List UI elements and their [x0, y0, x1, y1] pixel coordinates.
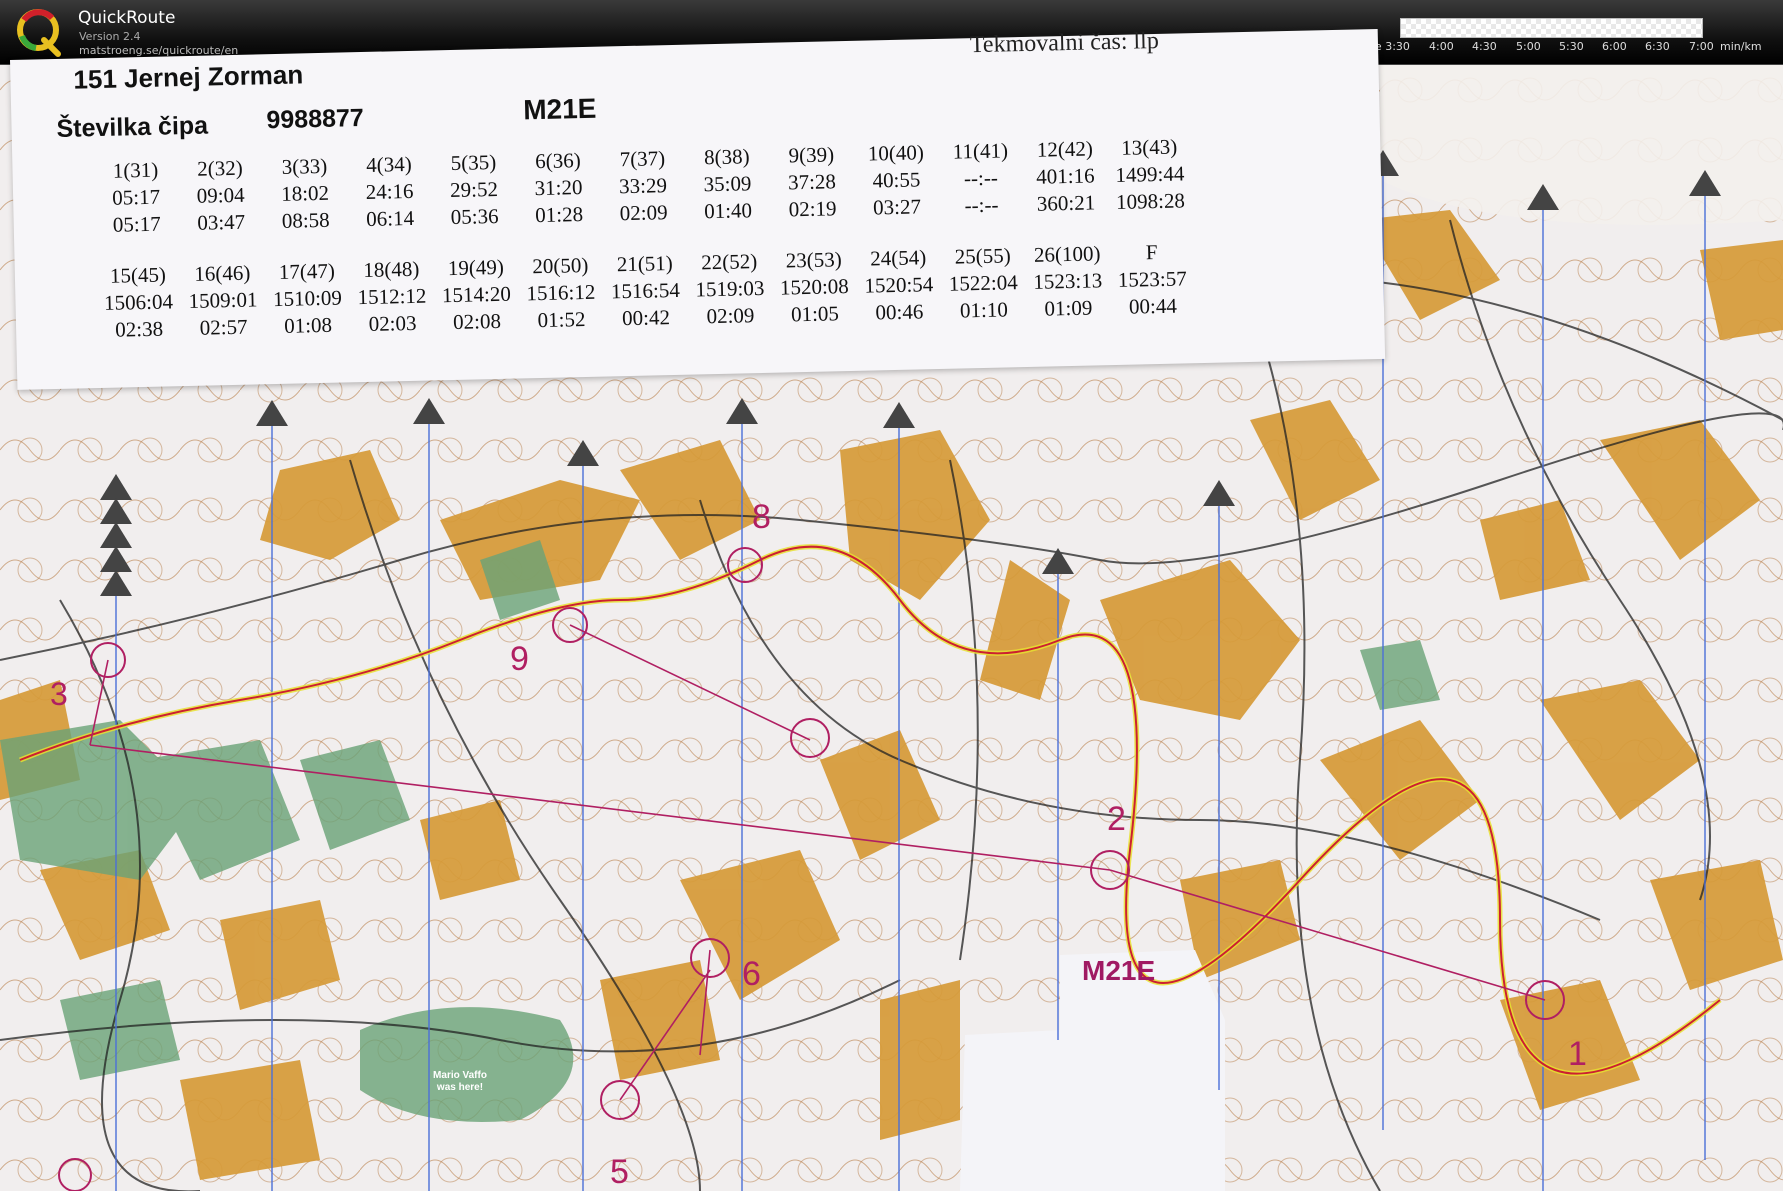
pace-label: 7:00 — [1689, 40, 1714, 53]
pace-label: 6:00 — [1602, 40, 1627, 53]
pace-label: 5:30 — [1559, 40, 1584, 53]
runner-name: 151 Jernej Zorman — [73, 59, 304, 95]
annotation-line: Mario Vaffo — [433, 1070, 487, 1081]
app-title: QuickRoute — [78, 8, 176, 28]
chip-label: Številka čipa — [56, 111, 209, 143]
pace-label: 4:30 — [1472, 40, 1497, 53]
map-class-label: M21E — [1082, 955, 1156, 986]
class-name: M21E — [522, 92, 597, 126]
pace-label: 5:00 — [1516, 40, 1541, 53]
split-control: 13(43) — [1121, 134, 1178, 160]
control-label-9: 9 — [510, 640, 529, 678]
split-cumulative: 1523:57 — [1117, 266, 1187, 292]
control-label-8: 8 — [752, 498, 771, 536]
quickroute-logo-icon — [17, 9, 61, 57]
annotation-line: was here! — [436, 1082, 484, 1093]
control-label-6: 6 — [742, 955, 761, 993]
pace-legend-bar — [1400, 18, 1703, 38]
control-label-2: 2 — [1107, 800, 1126, 838]
split-column: 13(43) 1499:44 1098:28 — [1094, 133, 1206, 216]
control-label-3: 3 — [50, 676, 68, 712]
split-cumulative: 1499:44 — [1115, 161, 1185, 187]
timing-caption: Tekmovalni čas: llp — [969, 27, 1160, 59]
split-times-sheet: 151 Jernej Zorman Tekmovalni čas: llp Št… — [10, 27, 1386, 390]
pace-legend-labels: Pace 3:30 4:00 4:30 5:00 5:30 6:00 6:30 … — [1356, 40, 1776, 56]
control-label-1: 1 — [1568, 1035, 1587, 1073]
app-version: Version 2.4 — [79, 30, 141, 43]
pace-label: min/km — [1720, 40, 1762, 53]
chip-number: 9988877 — [266, 103, 365, 135]
split-split: 1098:28 — [1115, 188, 1186, 214]
control-label-5: 5 — [610, 1153, 629, 1191]
split-column: F 1523:57 00:44 — [1096, 238, 1208, 321]
pace-label: 4:00 — [1429, 40, 1454, 53]
split-control: F — [1145, 240, 1158, 265]
pace-label: 6:30 — [1645, 40, 1670, 53]
split-split: 00:44 — [1128, 293, 1178, 319]
map-annotation: Mario Vaffo was here! — [420, 1070, 500, 1094]
